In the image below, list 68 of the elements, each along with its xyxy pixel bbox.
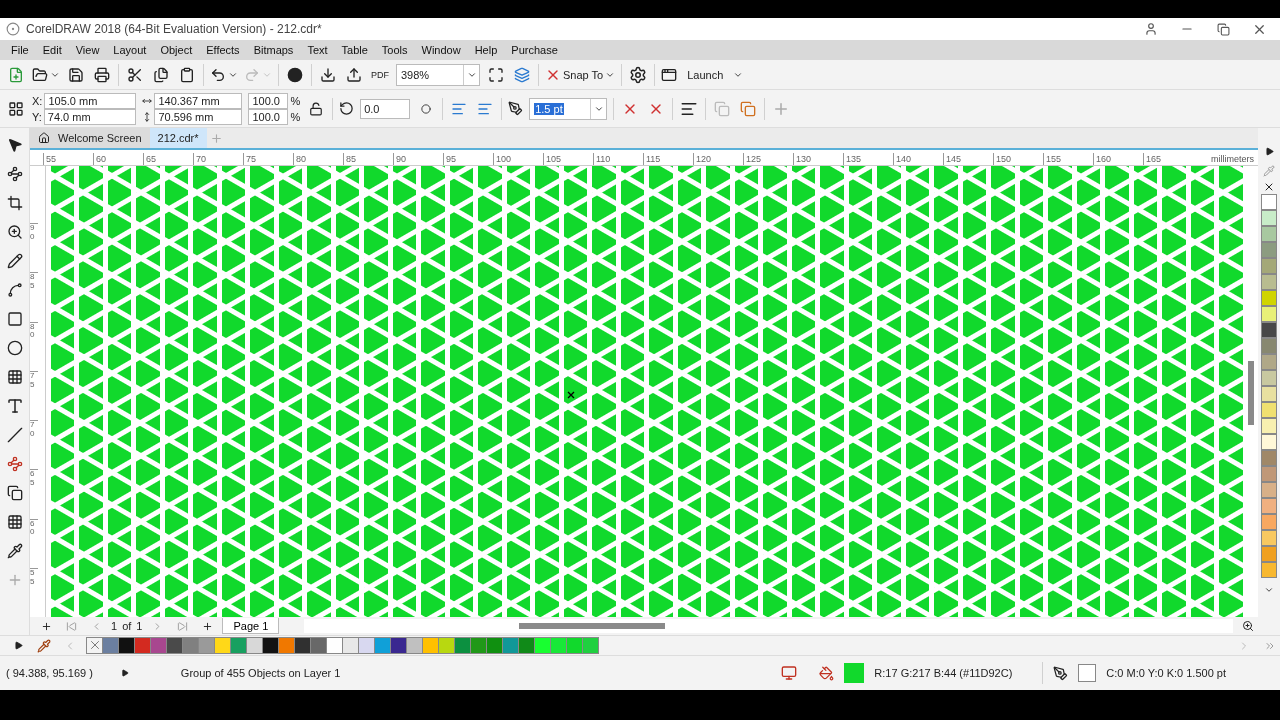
- page-tab[interactable]: Page 1: [222, 618, 280, 634]
- document-tab[interactable]: Welcome Screen: [30, 128, 150, 148]
- ruler-label: 70: [193, 153, 243, 165]
- ruler-label: 65: [30, 469, 38, 519]
- ruler-label: 90: [30, 223, 38, 273]
- menu-item[interactable]: File: [4, 44, 36, 56]
- menu-item[interactable]: Table: [334, 44, 375, 56]
- ruler-label: 165: [1143, 153, 1193, 165]
- menu-item[interactable]: Object: [153, 44, 200, 56]
- zoom-level-dropdown[interactable]: 398%: [396, 63, 480, 86]
- outline-width-dropdown[interactable]: 1.5 pt: [529, 97, 608, 120]
- rotation-field[interactable]: 0.0: [360, 98, 411, 119]
- ruler-label: 60: [93, 153, 143, 165]
- percent-sign: %: [290, 110, 301, 123]
- page-count: 1: [136, 620, 143, 632]
- ruler-label: 65: [143, 153, 193, 165]
- menu-item[interactable]: View: [68, 44, 107, 56]
- width-field[interactable]: 140.367 mm: [154, 92, 243, 109]
- percent-sign: %: [290, 94, 301, 107]
- fill-color-info: R:17 G:217 B:44 (#11D92C): [874, 667, 1013, 679]
- ruler-label: 145: [943, 153, 993, 165]
- ruler-label: 125: [743, 153, 793, 165]
- scale-x-field[interactable]: 100.0: [248, 92, 289, 109]
- ruler-label: 130: [793, 153, 843, 165]
- selection-info: Group of 455 Objects on Layer 1: [180, 667, 341, 679]
- ruler-label: 55: [43, 153, 93, 165]
- menu-item[interactable]: Layout: [106, 44, 154, 56]
- ruler-label: 115: [643, 153, 693, 165]
- menu-item[interactable]: Bitmaps: [246, 44, 301, 56]
- page-number: 1: [111, 620, 118, 632]
- ruler-unit: millimeters: [1211, 153, 1255, 165]
- ruler-label: 80: [293, 153, 343, 165]
- publish-pdf-button[interactable]: PDF: [370, 63, 390, 86]
- menu-item[interactable]: Purchase: [504, 44, 565, 56]
- ruler-label: 120: [693, 153, 743, 165]
- ruler-label: 150: [993, 153, 1043, 165]
- ruler-label: 110: [593, 153, 643, 165]
- field-label: X:: [32, 94, 43, 107]
- menu-item[interactable]: Text: [300, 44, 335, 56]
- ruler-label: 80: [30, 321, 38, 371]
- window-title: CorelDRAW 2018 (64-Bit Evaluation Version) - 212.cdr*: [26, 22, 323, 36]
- ruler-label: 140: [893, 153, 943, 165]
- x-position-field[interactable]: 105.0 mm: [44, 92, 137, 109]
- ruler-label: 70: [30, 420, 38, 470]
- ruler-label: 135: [843, 153, 893, 165]
- menu-item[interactable]: Edit: [35, 44, 69, 56]
- snap-to-button[interactable]: Snap To: [545, 63, 616, 86]
- ruler-label: 105: [543, 153, 593, 165]
- document-tab[interactable]: 212.cdr*: [149, 128, 207, 148]
- ruler-label: 160: [1093, 153, 1143, 165]
- ruler-label: 95: [443, 153, 493, 165]
- ruler-label: 90: [393, 153, 443, 165]
- ruler-label: 85: [343, 153, 393, 165]
- ruler-label: 155: [1043, 153, 1093, 165]
- menu-item[interactable]: Effects: [199, 44, 247, 56]
- ruler-label: 75: [30, 370, 38, 420]
- menu-item[interactable]: Window: [414, 44, 468, 56]
- field-label: Y:: [32, 110, 42, 123]
- cursor-coordinates: ( 94.388, 95.169 ): [6, 667, 93, 679]
- ruler-label: 85: [30, 272, 38, 322]
- ruler-label: 75: [243, 153, 293, 165]
- menu-item[interactable]: Tools: [374, 44, 415, 56]
- outline-info: C:0 M:0 Y:0 K:0 1.500 pt: [1106, 667, 1226, 679]
- ruler-label: 60: [30, 518, 38, 568]
- launch-button[interactable]: Launch: [661, 63, 744, 86]
- menu-item[interactable]: Help: [467, 44, 505, 56]
- ruler-label: 100: [493, 153, 543, 165]
- page-of-label: of: [122, 620, 132, 632]
